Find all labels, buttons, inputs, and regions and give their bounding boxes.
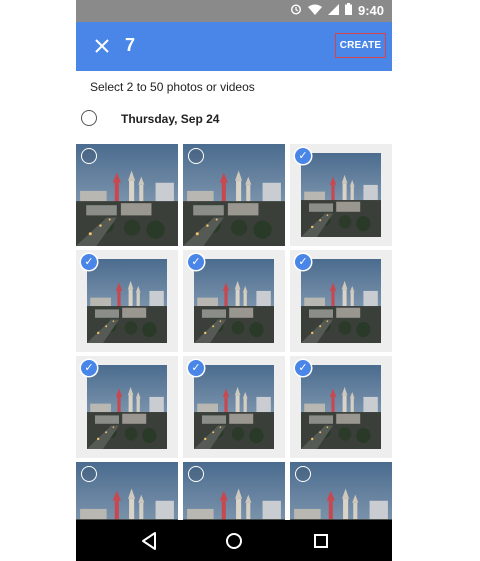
unchecked-circle-icon[interactable] [295,466,311,482]
photo-tile[interactable]: ✓ [290,144,392,246]
recents-button[interactable] [309,530,333,552]
status-bar: 9:40 [76,0,392,22]
photo-thumbnail [301,259,381,343]
unchecked-circle-icon[interactable] [81,466,97,482]
photo-thumbnail [87,259,167,343]
photo-thumbnail [194,259,274,343]
photo-thumbnail [194,365,274,449]
close-icon [95,39,109,53]
status-time: 9:40 [357,3,384,18]
recents-icon [314,534,328,548]
phone-screen: 9:40 7 CREATE Select 2 to 50 photos or v… [76,0,392,561]
photo-tile[interactable]: ✓ [183,356,285,458]
close-button[interactable] [90,34,114,58]
checkmark-icon[interactable]: ✓ [295,148,311,164]
photo-tile[interactable]: ✓ [76,356,178,458]
unchecked-circle-icon[interactable] [188,466,204,482]
signal-icon [327,3,339,18]
photo-tile[interactable]: ✓ [76,250,178,352]
home-icon [226,533,242,549]
checkmark-icon[interactable]: ✓ [188,254,204,270]
date-group-label: Thursday, Sep 24 [121,112,220,126]
photo-thumbnail [301,365,381,449]
checkmark-icon[interactable]: ✓ [81,360,97,376]
battery-icon [344,3,352,18]
unchecked-circle-icon[interactable] [188,148,204,164]
wifi-icon [307,3,322,18]
select-all-date-radio[interactable] [81,110,97,126]
toolbar: 7 CREATE [76,22,392,71]
checkmark-icon[interactable]: ✓ [295,254,311,270]
unchecked-circle-icon[interactable] [81,148,97,164]
create-button[interactable]: CREATE [335,33,386,58]
alarm-icon [290,3,302,18]
checkmark-icon[interactable]: ✓ [81,254,97,270]
checkmark-icon[interactable]: ✓ [188,360,204,376]
photo-tile[interactable] [76,144,178,246]
photo-tile[interactable]: ✓ [290,250,392,352]
checkmark-icon[interactable]: ✓ [295,360,311,376]
photo-tile[interactable]: ✓ [290,356,392,458]
photo-thumbnail [87,365,167,449]
instruction-text: Select 2 to 50 photos or videos [90,80,255,94]
selected-count: 7 [125,35,136,55]
back-icon [142,532,156,550]
back-button[interactable] [137,530,161,552]
photo-tile[interactable] [183,144,285,246]
home-button[interactable] [222,530,246,552]
nav-bar [76,520,392,561]
date-group-header: Thursday, Sep 24 [76,108,392,136]
photo-tile[interactable]: ✓ [183,250,285,352]
photo-thumbnail [301,153,381,237]
